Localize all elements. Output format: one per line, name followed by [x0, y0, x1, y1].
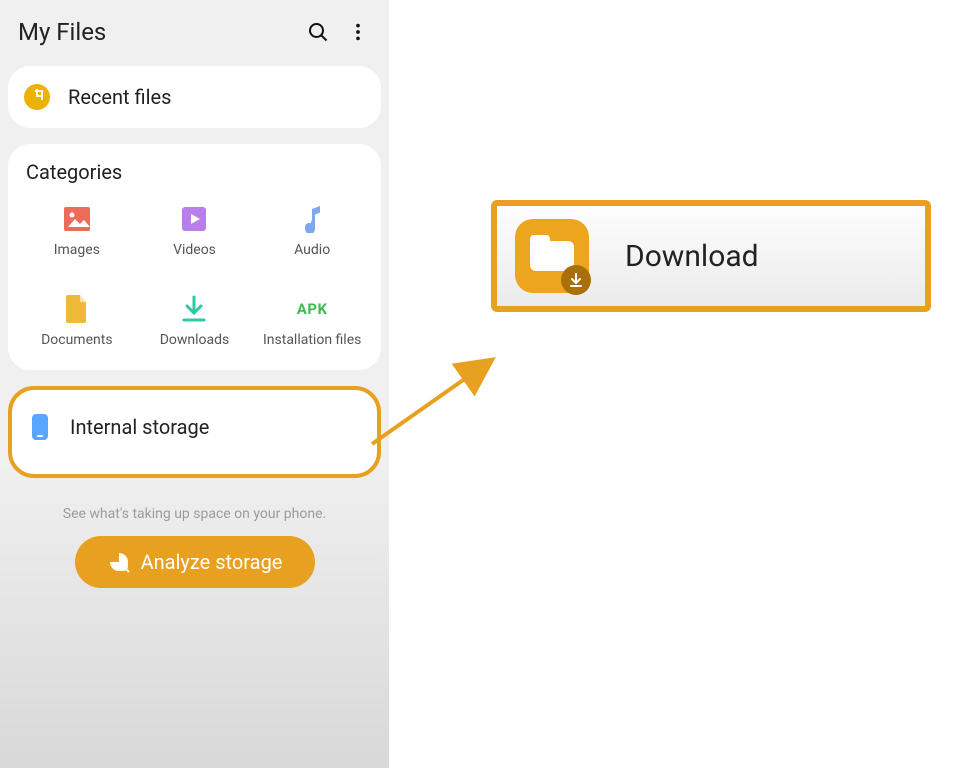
audio-icon — [299, 206, 325, 232]
category-label: Downloads — [160, 332, 230, 348]
category-label: Installation files — [263, 332, 361, 348]
app-title: My Files — [18, 18, 291, 46]
categories-title: Categories — [18, 160, 371, 184]
category-installation-files[interactable]: APK Installation files — [253, 296, 371, 348]
app-bar: My Files — [0, 4, 389, 66]
internal-storage-label: Internal storage — [70, 415, 209, 439]
downloads-icon — [181, 296, 207, 322]
callout-arrow — [368, 350, 508, 460]
category-label: Videos — [173, 242, 216, 258]
category-label: Images — [54, 242, 100, 258]
recent-files-label: Recent files — [68, 85, 171, 109]
category-label: Documents — [41, 332, 112, 348]
internal-storage-row[interactable]: Internal storage — [8, 386, 381, 478]
category-documents[interactable]: Documents — [18, 296, 136, 348]
phone-icon — [32, 414, 48, 440]
videos-icon — [181, 206, 207, 232]
categories-card: Categories Images Videos Audio — [8, 144, 381, 370]
category-videos[interactable]: Videos — [136, 206, 254, 258]
analyze-storage-label: Analyze storage — [141, 550, 283, 574]
download-folder-icon — [515, 219, 589, 293]
category-downloads[interactable]: Downloads — [136, 296, 254, 348]
images-icon — [64, 206, 90, 232]
categories-grid: Images Videos Audio Documents — [18, 206, 371, 348]
apk-icon: APK — [299, 296, 325, 322]
download-folder-callout[interactable]: Download — [491, 200, 931, 312]
my-files-screen: My Files Recent files Categories Images — [0, 0, 389, 768]
analyze-storage-button[interactable]: Analyze storage — [75, 536, 315, 588]
download-badge-icon — [561, 265, 591, 295]
category-audio[interactable]: Audio — [253, 206, 371, 258]
more-options-icon[interactable] — [345, 19, 371, 45]
pie-search-icon — [107, 550, 131, 574]
category-images[interactable]: Images — [18, 206, 136, 258]
category-label: Audio — [294, 242, 330, 258]
clock-icon — [24, 84, 50, 110]
recent-files-row[interactable]: Recent files — [8, 66, 381, 128]
download-label: Download — [625, 239, 759, 274]
search-icon[interactable] — [305, 19, 331, 45]
storage-hint-text: See what's taking up space on your phone… — [0, 506, 389, 522]
documents-icon — [64, 296, 90, 322]
